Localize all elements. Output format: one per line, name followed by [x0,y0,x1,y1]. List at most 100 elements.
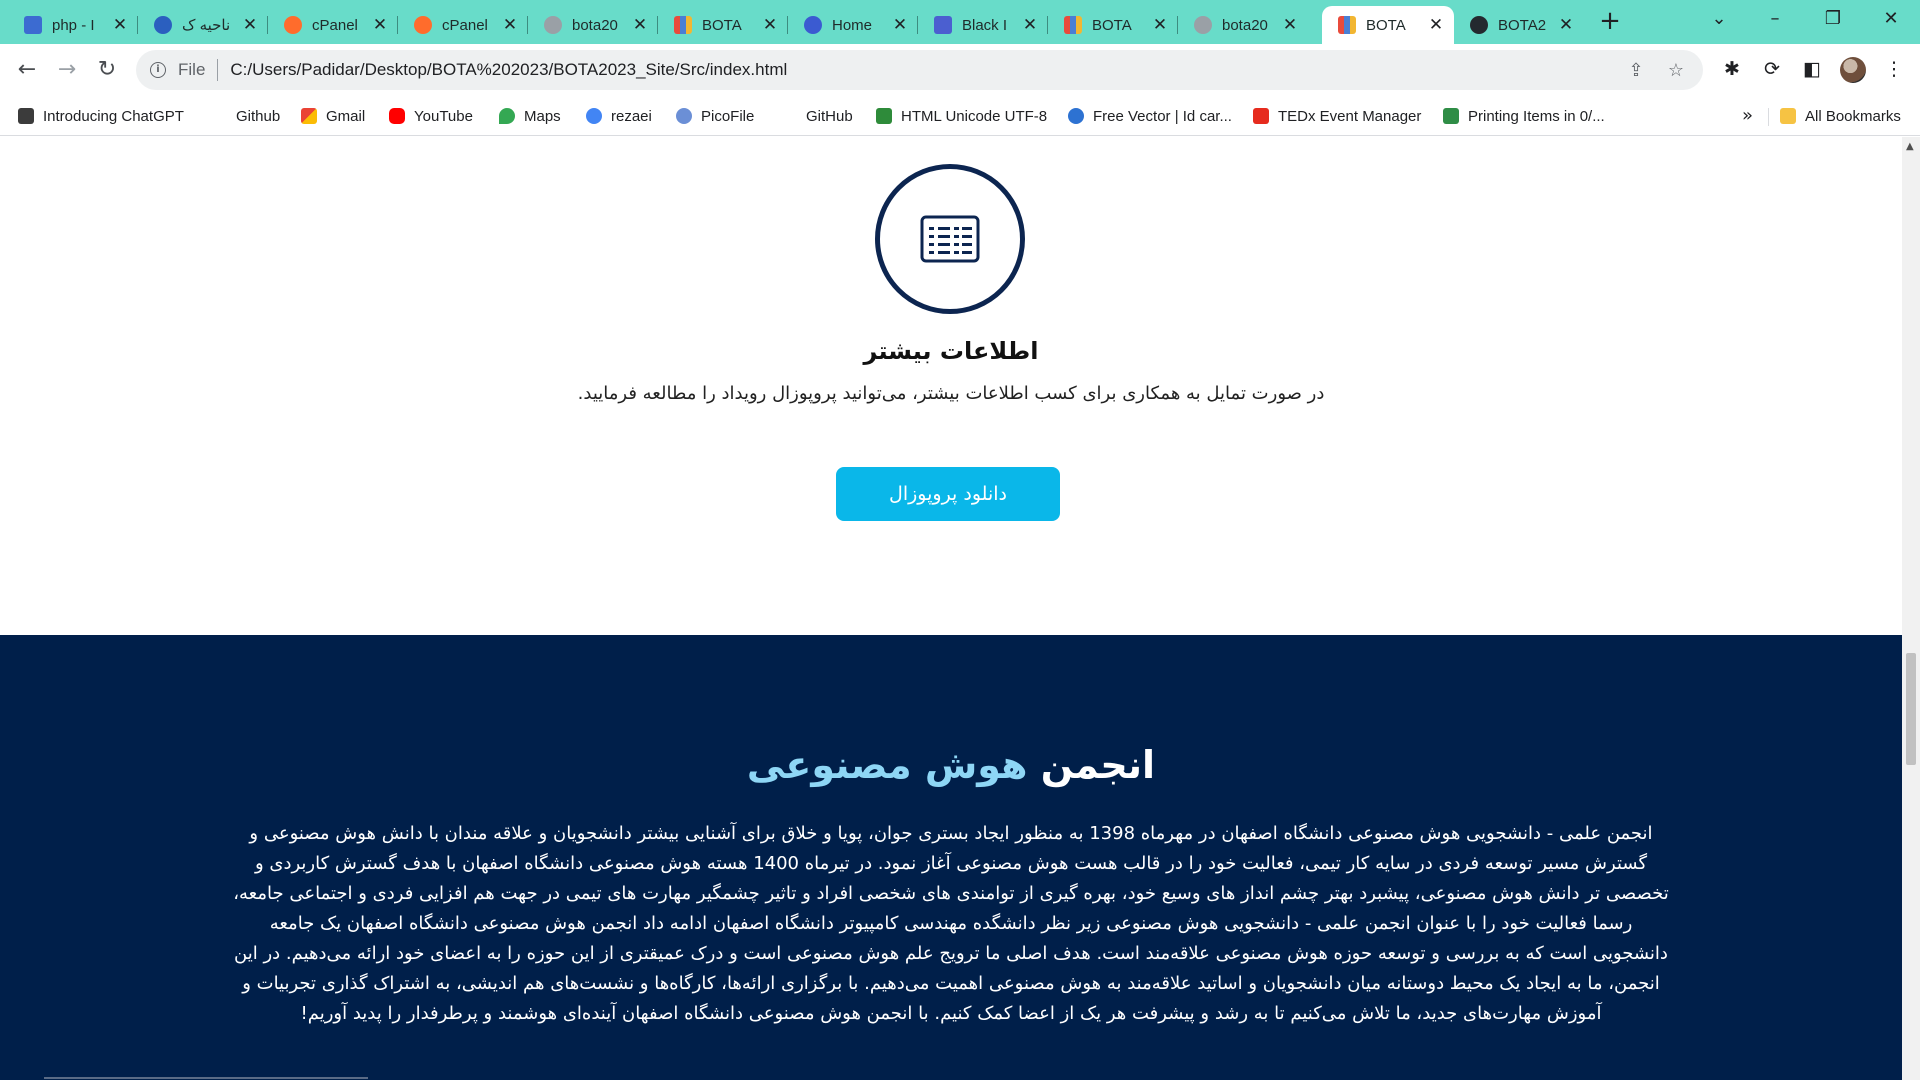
bookmark-tedx[interactable]: TEDx Event Manager [1253,106,1421,126]
bookmark-label: YouTube [414,107,473,125]
info-title: اطلاعات بیشتر [863,337,1039,365]
bookmark-github-2[interactable]: GitHub [806,106,853,126]
close-tab-icon[interactable]: ✕ [112,15,128,35]
tab-title: BOTA2 [1498,16,1547,34]
bookmark-github-1[interactable]: Github [236,106,280,126]
close-tab-icon[interactable]: ✕ [762,15,778,35]
close-tab-icon[interactable]: ✕ [1558,15,1574,35]
bookmark-label: Printing Items in 0/... [1468,107,1605,125]
tab-title: BOTA [1092,16,1132,34]
url-scheme: File [178,60,206,79]
tab-title: cPanel [312,16,358,34]
maps-icon [499,108,515,124]
tedx-icon [1253,108,1269,124]
all-bookmarks[interactable]: All Bookmarks [1780,106,1901,126]
bookmark-html-unicode[interactable]: HTML Unicode UTF-8 [876,106,1047,126]
google-icon [586,108,602,124]
bookmark-chatgpt[interactable]: Introducing ChatGPT [18,106,184,126]
bookmark-label: All Bookmarks [1805,107,1901,125]
close-tab-icon[interactable]: ✕ [1152,15,1168,35]
tab-strip: php - I ✕ ناحیه ک ✕ cPanel ✕ cPanel ✕ bo… [0,0,1920,44]
close-tab-icon[interactable]: ✕ [372,15,388,35]
bookmark-gmail[interactable]: Gmail [301,106,365,126]
tab-cpanel-1[interactable]: cPanel ✕ [268,6,398,44]
close-tab-icon[interactable]: ✕ [502,15,518,35]
tab-bota-1[interactable]: BOTA ✕ [658,6,788,44]
address-bar[interactable]: i File C:/Users/Padidar/Desktop/BOTA%202… [136,50,1703,90]
bookmark-youtube[interactable]: YouTube [389,106,473,126]
bookmark-maps[interactable]: Maps [499,106,561,126]
app-icon [934,16,952,34]
tab-title: Black I [962,16,1008,34]
forward-icon[interactable]: → [53,56,81,84]
tab-bota20-1[interactable]: bota20 ✕ [528,6,658,44]
tab-title: bota20 [572,16,618,34]
tab-bota-2[interactable]: BOTA ✕ [1048,6,1178,44]
tab-bota-active[interactable]: BOTA ✕ [1322,6,1454,44]
page-viewport: اطلاعات بیشتر در صورت تمایل به همکاری بر… [0,137,1902,1080]
globe-icon [544,16,562,34]
section-title-accent: هوش مصنوعی [746,743,1028,787]
close-tab-icon[interactable]: ✕ [1428,15,1444,35]
tab-home[interactable]: Home ✕ [788,6,918,44]
tab-search-icon[interactable]: ⌄ [1696,8,1742,29]
tab-title: cPanel [442,16,488,34]
profile-avatar[interactable] [1840,57,1866,83]
tab-black[interactable]: Black I ✕ [918,6,1048,44]
tab-github[interactable]: BOTA2 ✕ [1454,6,1584,44]
close-tab-icon[interactable]: ✕ [632,15,648,35]
tab-bota20-2[interactable]: bota20 ✕ [1178,6,1308,44]
tab-title: ناحیه ک [182,17,231,34]
cpanel-icon [284,16,302,34]
vertical-scrollbar[interactable]: ▲ [1902,137,1920,1080]
site-info-icon[interactable]: i [150,62,166,78]
globe-icon [1194,16,1212,34]
url-text[interactable]: C:/Users/Padidar/Desktop/BOTA%202023/BOT… [230,60,1623,80]
bookmark-picofile[interactable]: PicoFile [676,106,754,126]
menu-icon[interactable]: ⋮ [1882,58,1906,82]
close-tab-icon[interactable]: ✕ [1282,15,1298,35]
tab-cpanel-2[interactable]: cPanel ✕ [398,6,528,44]
close-tab-icon[interactable]: ✕ [892,15,908,35]
bookmark-label: HTML Unicode UTF-8 [901,107,1048,125]
grid-logo-icon [1338,16,1356,34]
reload-icon[interactable]: ↻ [93,56,121,84]
bookmark-label: Maps [524,107,561,125]
extension-app-icon[interactable]: ⟳ [1760,58,1784,82]
bookmark-label: Introducing ChatGPT [43,107,184,125]
close-tab-icon[interactable]: ✕ [1022,15,1038,35]
bookmarks-bar: Introducing ChatGPT Github Gmail YouTube… [0,96,1920,136]
section-title-main: انجمن [1040,743,1156,787]
restore-icon[interactable]: ❐ [1810,8,1856,29]
minimize-icon[interactable]: – [1752,8,1798,29]
bookmarks-overflow-icon[interactable]: » [1742,105,1753,126]
close-tab-icon[interactable]: ✕ [242,15,258,35]
bookmark-star-icon[interactable]: ☆ [1663,60,1689,81]
scrollbar-thumb[interactable] [1906,653,1916,765]
section-title: انجمن هوش مصنوعی [0,743,1902,787]
share-icon[interactable]: ⇪ [1623,60,1649,81]
home-logo-icon [804,16,822,34]
bookmark-gfg[interactable]: Printing Items in 0/... [1443,106,1605,126]
close-window-icon[interactable]: ✕ [1868,8,1914,29]
tab-portal[interactable]: ناحیه ک ✕ [138,6,268,44]
association-section: انجمن هوش مصنوعی انجمن علمی - دانشجویی ه… [0,635,1902,1080]
extensions-icon[interactable]: ✱ [1720,58,1744,82]
bookmark-label: Free Vector | Id car... [1093,107,1232,125]
info-circle [875,164,1025,314]
gfg-icon [1443,108,1459,124]
new-tab-button[interactable]: + [1596,8,1624,36]
grid-logo-icon [674,16,692,34]
back-icon[interactable]: ← [13,56,41,84]
bookmark-label: PicoFile [701,107,755,125]
bookmark-freepik[interactable]: Free Vector | Id car... [1068,106,1232,126]
side-panel-icon[interactable]: ◧ [1800,58,1824,82]
download-proposal-button[interactable]: دانلود پروپوزال [836,467,1060,521]
github-icon [1470,16,1488,34]
bookmark-label: GitHub [806,107,853,125]
youtube-icon [389,108,405,124]
tab-php[interactable]: php - I ✕ [8,6,138,44]
scroll-up-arrow-icon[interactable]: ▲ [1906,141,1914,152]
horizontal-scroll-indicator [44,1077,368,1079]
bookmark-rezaei[interactable]: rezaei [586,106,652,126]
